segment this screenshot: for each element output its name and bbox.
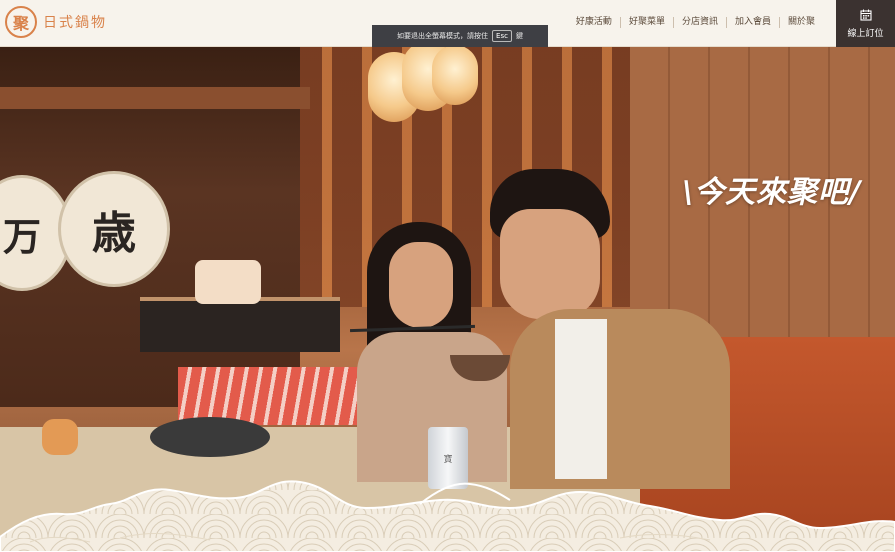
- online-booking-button[interactable]: 線上訂位: [836, 0, 895, 47]
- notice-suffix: 鍵: [515, 32, 523, 40]
- logo-mark-icon: 聚: [5, 6, 37, 38]
- brand-name: 日式鍋物: [43, 15, 107, 31]
- main-nav: 好康活動 好聚菜單 分店資訊 加入會員 關於聚: [568, 17, 823, 28]
- man-figure: [480, 169, 730, 489]
- nav-item-stores[interactable]: 分店資訊: [672, 17, 726, 28]
- cat-mascot-figure: [195, 260, 261, 304]
- hero-banner: 万 歳 寶 \今天來聚吧/: [0, 47, 895, 552]
- wall-sign-right: 歳: [58, 171, 170, 287]
- esc-key-badge: Esc: [492, 30, 512, 42]
- nav-item-menu[interactable]: 好聚菜單: [619, 17, 673, 28]
- wave-pattern-border: [0, 480, 895, 552]
- calendar-icon: [859, 9, 872, 21]
- food-display-stand: [140, 297, 340, 352]
- notice-prefix: 如要退出全螢幕模式，請按住: [397, 32, 489, 40]
- wall-sign-right-text: 歳: [92, 208, 136, 259]
- nav-item-about[interactable]: 關於聚: [778, 17, 823, 28]
- fullscreen-exit-notice: 如要退出全螢幕模式，請按住 Esc 鍵: [372, 25, 548, 47]
- nav-item-membership[interactable]: 加入會員: [725, 17, 779, 28]
- nav-item-promotions[interactable]: 好康活動: [568, 17, 620, 28]
- ceiling-beam: [0, 87, 310, 109]
- booking-label: 線上訂位: [847, 28, 884, 39]
- wall-sign-left-text: 万: [2, 213, 41, 259]
- lantern-icon: [432, 47, 478, 105]
- brand-logo[interactable]: 聚 日式鍋物: [5, 6, 107, 38]
- hero-tagline: \今天來聚吧/: [682, 175, 861, 210]
